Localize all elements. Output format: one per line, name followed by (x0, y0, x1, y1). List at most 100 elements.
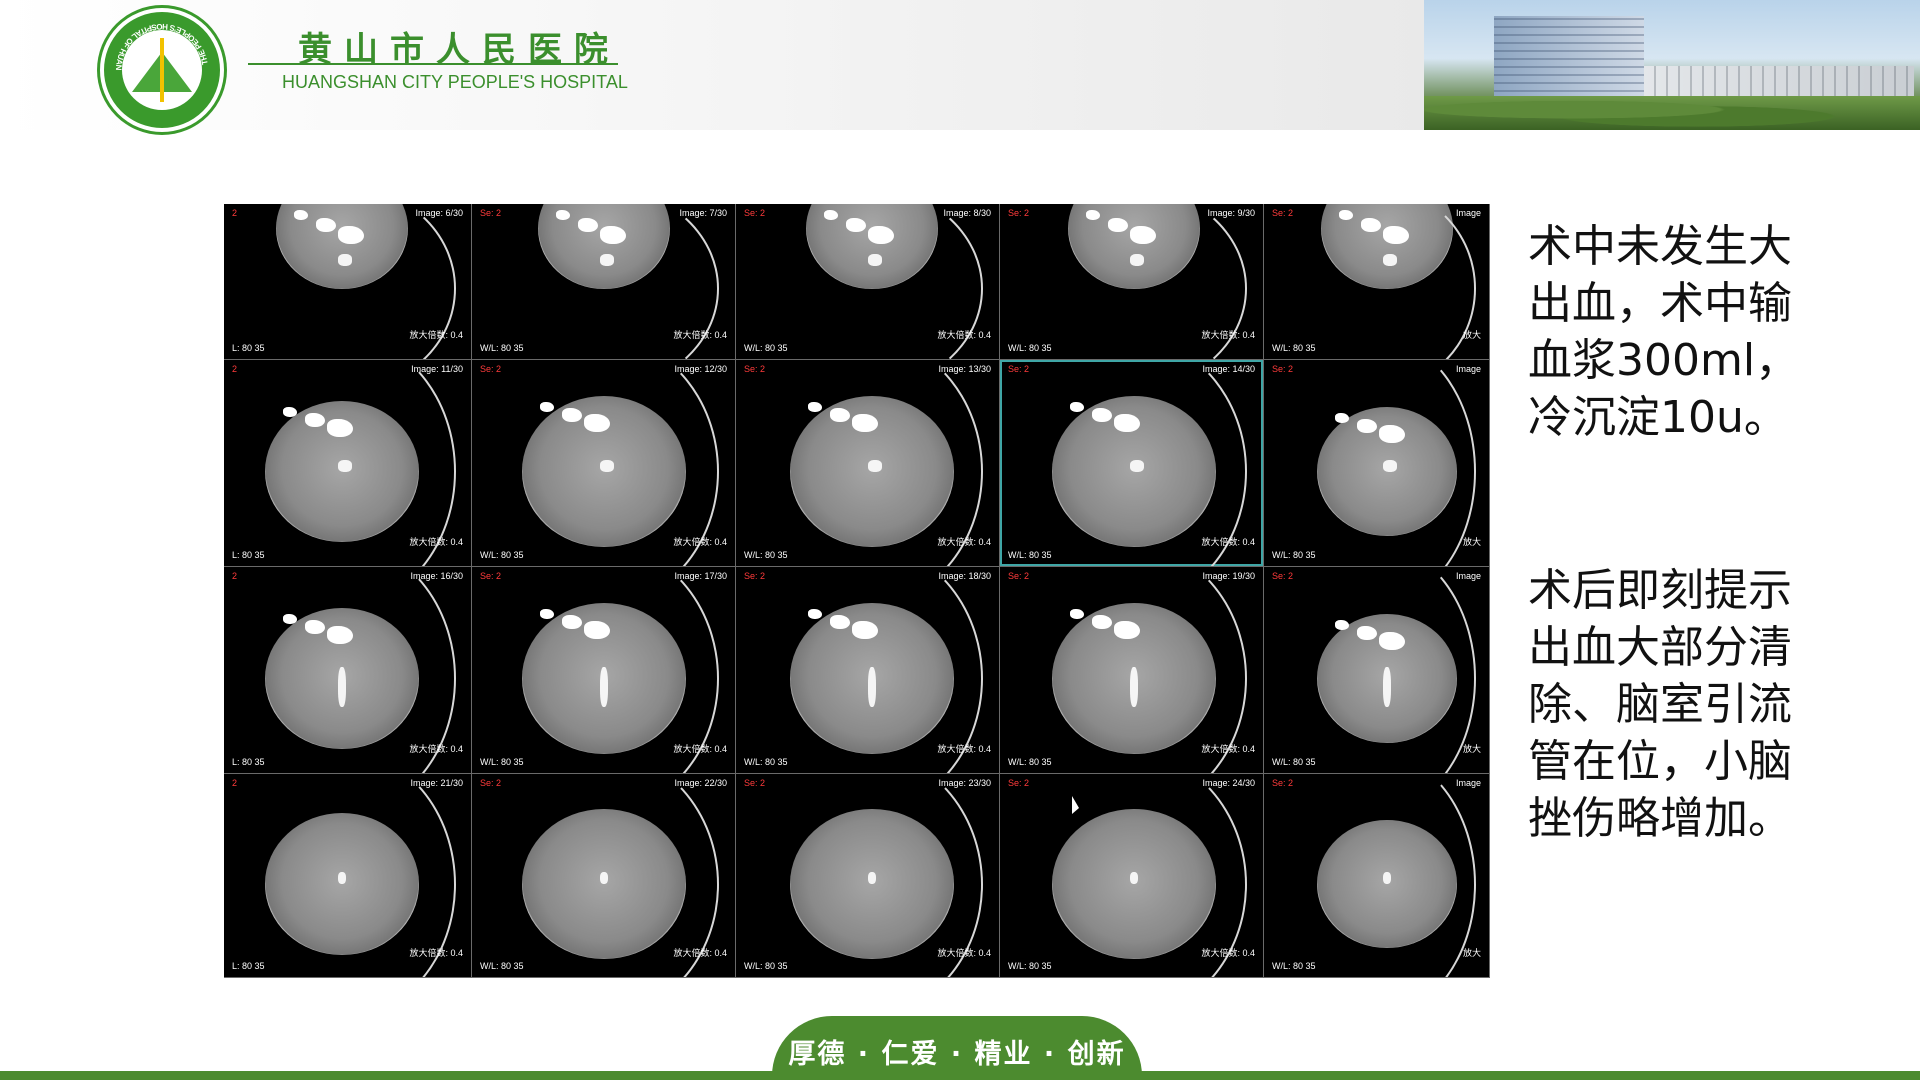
ct-window-level: L: 80 35 (232, 961, 265, 971)
ct-zoom-label: 放大倍数: 0.4 (409, 330, 463, 340)
ct-series-label: Se: 2 (480, 364, 502, 374)
ct-slice[interactable]: Se: 2 Image: 14/30 放大倍数: 0.4 W/L: 80 35 (1000, 360, 1264, 567)
ct-zoom-label: 放大 (1462, 537, 1481, 547)
ct-series-label: Se: 2 (744, 778, 766, 788)
ct-series-label: Se: 2 (1272, 778, 1294, 788)
ct-series-label: 2 (232, 571, 238, 581)
staff-icon (160, 38, 164, 102)
ct-zoom-label: 放大倍数: 0.4 (673, 537, 727, 547)
ct-slice[interactable]: Se: 2 Image 放大 W/L: 80 35 (1264, 360, 1490, 567)
ct-image-index: Image: 13/30 (938, 364, 991, 374)
trees (1424, 96, 1920, 130)
footer-slogan: 厚德 · 仁爱 · 精业 · 创新 (788, 1039, 1126, 1070)
mouse-cursor-icon (1072, 796, 1079, 814)
ct-series-label: 2 (232, 778, 238, 788)
ct-window-level: W/L: 80 35 (744, 757, 788, 767)
ct-zoom-label: 放大倍数: 0.4 (409, 537, 463, 547)
ct-window-level: L: 80 35 (232, 757, 265, 767)
ct-series-label: Se: 2 (480, 778, 502, 788)
ct-table-arc (1269, 204, 1476, 359)
ct-image-index: Image: 11/30 (411, 364, 463, 374)
ct-series-label: Se: 2 (480, 571, 502, 581)
ct-series-label: Se: 2 (744, 208, 766, 218)
ct-series-label: Se: 2 (1272, 364, 1294, 374)
ct-series-label: 2 (232, 364, 238, 374)
ct-zoom-label: 放大倍数: 0.4 (409, 948, 463, 958)
ct-window-level: W/L: 80 35 (744, 961, 788, 971)
ct-slice[interactable]: Se: 2 Image: 19/30 放大倍数: 0.4 W/L: 80 35 (1000, 567, 1264, 774)
ct-zoom-label: 放大倍数: 0.4 (937, 744, 991, 754)
ct-slice[interactable]: Se: 2 Image 放大 W/L: 80 35 (1264, 204, 1490, 360)
ct-window-level: W/L: 80 35 (1008, 550, 1052, 560)
ct-window-level: W/L: 80 35 (1272, 550, 1316, 560)
ct-zoom-label: 放大倍数: 0.4 (937, 948, 991, 958)
hospital-name-en: HUANGSHAN CITY PEOPLE'S HOSPITAL (282, 72, 628, 92)
ct-series-label: Se: 2 (480, 208, 502, 218)
ct-slice[interactable]: Se: 2 Image: 13/30 放大倍数: 0.4 W/L: 80 35 (736, 360, 1000, 567)
ct-slice[interactable]: Se: 2 Image 放大 W/L: 80 35 (1264, 774, 1490, 978)
ct-image-index: Image: 19/30 (1202, 571, 1255, 581)
ct-image-index: Image: 14/30 (1202, 364, 1255, 374)
ct-slice[interactable]: Se: 2 Image: 18/30 放大倍数: 0.4 W/L: 80 35 (736, 567, 1000, 774)
ct-window-level: W/L: 80 35 (1272, 343, 1316, 353)
ct-slice[interactable]: 2 Image: 6/30 放大倍数: 0.4 L: 80 35 (224, 204, 472, 360)
hospital-building-photo (1424, 0, 1920, 130)
hospital-logo: THE PEOPLE'S HOSPITAL OF HUANGSHAN (100, 8, 224, 132)
ct-image-index: Image: 18/30 (938, 571, 991, 581)
ct-series-label: Se: 2 (744, 364, 766, 374)
ct-slice[interactable]: Se: 2 Image: 8/30 放大倍数: 0.4 W/L: 80 35 (736, 204, 1000, 360)
ct-image-index: Image: 8/30 (943, 208, 991, 218)
ct-image-index: Image: 16/30 (410, 571, 463, 581)
ct-zoom-label: 放大倍数: 0.4 (1201, 744, 1255, 754)
ct-image-index: Image: 24/30 (1202, 778, 1255, 788)
ct-slice[interactable]: Se: 2 Image: 24/30 放大倍数: 0.4 W/L: 80 35 (1000, 774, 1264, 978)
ct-window-level: W/L: 80 35 (480, 757, 524, 767)
ct-window-level: W/L: 80 35 (744, 550, 788, 560)
ct-zoom-label: 放大倍数: 0.4 (673, 330, 727, 340)
ct-zoom-label: 放大倍数: 0.4 (673, 744, 727, 754)
ct-table-arc (1269, 774, 1476, 977)
ct-zoom-label: 放大倍数: 0.4 (1201, 330, 1255, 340)
ct-series-label: Se: 2 (1272, 571, 1294, 581)
ct-slice[interactable]: Se: 2 Image: 23/30 放大倍数: 0.4 W/L: 80 35 (736, 774, 1000, 978)
ct-image-index: Image: 21/30 (410, 778, 463, 788)
ct-window-level: W/L: 80 35 (744, 343, 788, 353)
ct-image-index: Image: 12/30 (674, 364, 727, 374)
ct-series-label: Se: 2 (744, 571, 766, 581)
ct-window-level: W/L: 80 35 (1272, 757, 1316, 767)
ct-slice[interactable]: 2 Image: 11/30 放大倍数: 0.4 L: 80 35 (224, 360, 472, 567)
ct-slice[interactable]: Se: 2 Image 放大 W/L: 80 35 (1264, 567, 1490, 774)
ct-zoom-label: 放大倍数: 0.4 (1201, 537, 1255, 547)
ct-zoom-label: 放大 (1462, 744, 1481, 754)
ct-slice[interactable]: Se: 2 Image: 9/30 放大倍数: 0.4 W/L: 80 35 (1000, 204, 1264, 360)
ct-table-arc (1269, 360, 1476, 566)
ct-slice[interactable]: 2 Image: 21/30 放大倍数: 0.4 L: 80 35 (224, 774, 472, 978)
ct-image-index: Image: 9/30 (1207, 208, 1255, 218)
ct-image-index: Image: 17/30 (674, 571, 727, 581)
ct-window-level: W/L: 80 35 (480, 961, 524, 971)
ct-slice[interactable]: Se: 2 Image: 12/30 放大倍数: 0.4 W/L: 80 35 (472, 360, 736, 567)
ct-slice[interactable]: Se: 2 Image: 17/30 放大倍数: 0.4 W/L: 80 35 (472, 567, 736, 774)
ct-series-label: Se: 2 (1008, 778, 1030, 788)
ct-slice[interactable]: Se: 2 Image: 7/30 放大倍数: 0.4 W/L: 80 35 (472, 204, 736, 360)
ct-slice[interactable]: Se: 2 Image: 22/30 放大倍数: 0.4 W/L: 80 35 (472, 774, 736, 978)
ct-zoom-label: 放大倍数: 0.4 (1201, 948, 1255, 958)
ct-series-label: Se: 2 (1008, 208, 1030, 218)
ct-window-level: W/L: 80 35 (480, 343, 524, 353)
ct-window-level: W/L: 80 35 (1008, 343, 1052, 353)
ct-scan-grid: 2 Image: 6/30 放大倍数: 0.4 L: 80 35 Se: 2 Image:… (224, 204, 1490, 978)
postop-note: 术后即刻提示出血大部分清除、脑室引流管在位，小脑挫伤略增加。 (1528, 565, 1792, 844)
ct-zoom-label: 放大倍数: 0.4 (673, 948, 727, 958)
logo-emblem (122, 30, 202, 110)
ct-window-level: L: 80 35 (232, 343, 265, 353)
ct-image-index: Image: 7/30 (679, 208, 727, 218)
ct-series-label: Se: 2 (1008, 364, 1030, 374)
ct-series-label: 2 (232, 208, 238, 218)
ct-image-index: Image (1455, 364, 1481, 374)
ct-zoom-label: 放大 (1462, 330, 1481, 340)
ct-zoom-label: 放大倍数: 0.4 (409, 744, 463, 754)
header-divider (248, 63, 618, 65)
ct-zoom-label: 放大 (1462, 948, 1481, 958)
ct-slice[interactable]: 2 Image: 16/30 放大倍数: 0.4 L: 80 35 (224, 567, 472, 774)
ct-zoom-label: 放大倍数: 0.4 (937, 330, 991, 340)
